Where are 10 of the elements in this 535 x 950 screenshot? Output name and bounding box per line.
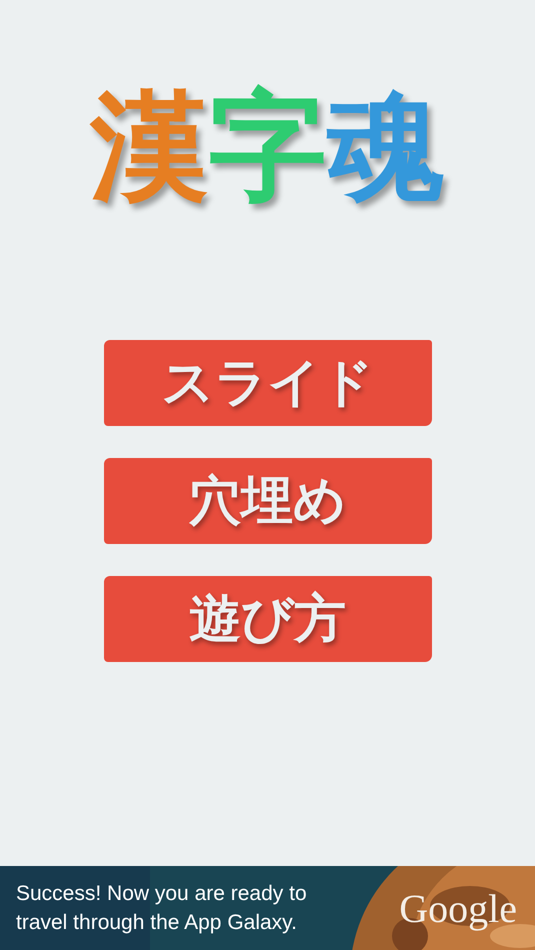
title-character: 魂 xyxy=(326,86,444,204)
ad-text: Success! Now you are ready to xyxy=(16,881,307,907)
title-character: 字 xyxy=(208,86,326,204)
title-character: 漢 xyxy=(90,86,208,204)
menu-button[interactable]: 遊び方 xyxy=(104,576,432,662)
menu-button[interactable]: スライド xyxy=(104,340,432,426)
ad-text: travel through the App Galaxy. xyxy=(16,910,298,936)
ad-brand: Google xyxy=(399,884,517,932)
ad-banner[interactable]: Success! Now you are ready to travel through the App Galaxy. Google xyxy=(0,866,535,950)
menu-button[interactable]: 穴埋め xyxy=(104,458,432,544)
